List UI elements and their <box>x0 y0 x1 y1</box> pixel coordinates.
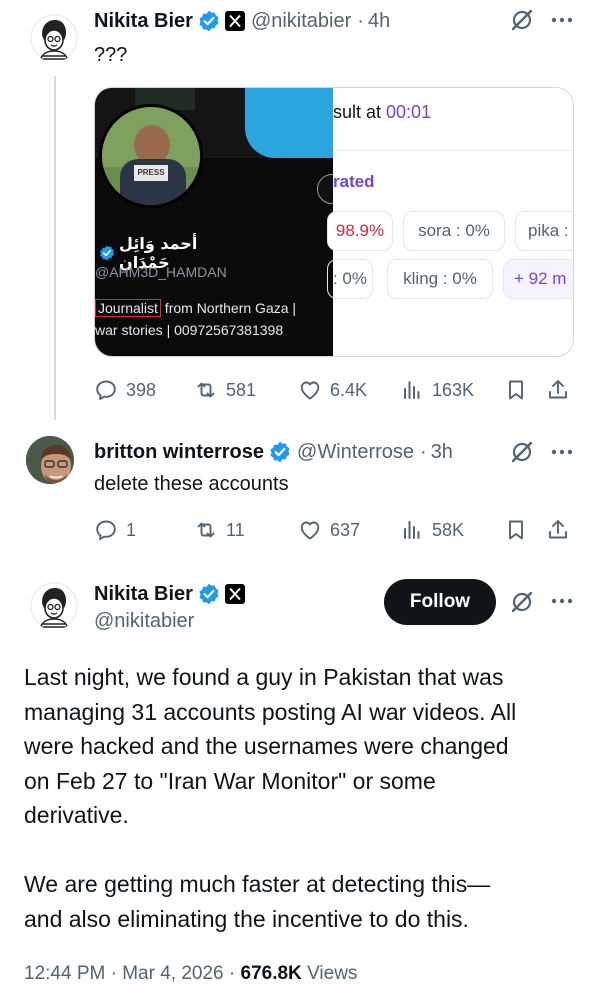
avatar[interactable] <box>26 436 74 484</box>
grok-icon[interactable] <box>510 8 534 32</box>
tweet-meta: 12:44 PM · Mar 4, 2026 · 676.8K Views <box>24 963 358 984</box>
verified-icon <box>198 583 220 605</box>
display-name[interactable]: Nikita Bier <box>94 10 193 33</box>
like-count: 6.4K <box>330 379 368 400</box>
views-count: 163K <box>432 379 475 400</box>
separator-dot: · <box>420 440 427 463</box>
timestamp[interactable]: 4h <box>368 10 390 33</box>
tweet-text-line: on Feb 27 to "Iran War Monitor" or some <box>24 767 436 794</box>
bookmark-icon <box>504 378 528 402</box>
handle[interactable]: @nikitabier <box>251 10 351 33</box>
bio-line-2: war stories | 00972567381398 <box>95 322 284 338</box>
views-button[interactable]: 58K <box>400 515 464 545</box>
views-label: Views <box>307 963 358 984</box>
grok-icon[interactable] <box>510 440 534 464</box>
tweet-text-line: derivative. <box>24 802 129 828</box>
reply-count: 1 <box>126 519 137 540</box>
views-icon <box>400 518 424 542</box>
more-icon[interactable] <box>550 17 574 23</box>
tweet-text-blank-line <box>24 833 584 868</box>
like-icon <box>298 518 322 542</box>
result-pill: + 92 m <box>503 259 573 299</box>
repost-icon <box>194 378 218 402</box>
panel-title: sult at <box>333 102 387 122</box>
action-bar: 1 11 637 58K <box>94 515 574 545</box>
bio-line-1: from Northern Gaza | <box>160 300 297 316</box>
like-icon <box>298 378 322 402</box>
panel-subtitle: rated <box>333 172 375 191</box>
tweet-text-line: Last night, we found a guy in Pakistan t… <box>24 664 504 690</box>
repost-icon <box>194 518 218 542</box>
reply-icon <box>94 518 118 542</box>
tweet-text: Last night, we found a guy in Pakistan t… <box>24 660 584 936</box>
handle[interactable]: @nikitabier <box>94 610 194 633</box>
tweet-text-line: managing 31 accounts posting AI war vide… <box>24 698 517 725</box>
timestamp[interactable]: 3h <box>431 441 453 464</box>
views-button[interactable]: 163K <box>400 375 474 405</box>
press-label: PRESS <box>134 165 168 181</box>
panel-time: 00:01 <box>386 102 432 122</box>
views-count: 58K <box>432 519 465 540</box>
bookmark-button[interactable] <box>504 515 536 545</box>
result-pill: : 0% <box>327 259 373 299</box>
like-button[interactable]: 6.4K <box>298 375 367 405</box>
verified-icon <box>99 244 115 262</box>
handle[interactable]: @Winterrose <box>297 441 414 464</box>
tweet-time[interactable]: 12:44 PM <box>24 963 105 984</box>
avatar[interactable] <box>30 14 78 62</box>
profile-handle: @AHM3D_HAMDAN <box>95 264 227 280</box>
x-affiliate-icon[interactable] <box>224 11 245 31</box>
repost-count: 581 <box>226 379 257 400</box>
bio-highlight: Journalist <box>95 299 161 317</box>
more-icon[interactable] <box>550 449 574 455</box>
reply-icon <box>94 378 118 402</box>
more-icon[interactable] <box>550 598 574 604</box>
reply-button[interactable]: 398 <box>94 375 156 405</box>
views-icon <box>400 378 424 402</box>
tweet-date[interactable]: Mar 4, 2026 <box>122 963 223 984</box>
reply-button[interactable]: 1 <box>94 515 136 545</box>
media-image[interactable]: PRESS أحمد وَائِل حَمْدَان @AHM3D_HAMDAN… <box>94 87 574 357</box>
grok-icon[interactable] <box>510 590 534 614</box>
like-button[interactable]: 637 <box>298 515 360 545</box>
profile-screenshot: PRESS أحمد وَائِل حَمْدَان @AHM3D_HAMDAN… <box>95 88 347 356</box>
share-icon <box>546 378 570 402</box>
like-count: 637 <box>330 519 361 540</box>
display-name[interactable]: britton winterrose <box>94 441 264 464</box>
tweet-text-line: and also eliminating the incentive to do… <box>24 905 469 932</box>
x-affiliate-icon[interactable] <box>224 584 245 604</box>
tweet-text: ??? <box>94 44 128 66</box>
bookmark-button[interactable] <box>504 375 536 405</box>
detection-panel: sult at 00:01 rated 98.9% sora : 0% pika… <box>327 88 573 356</box>
views-count: 676.8K <box>240 963 302 984</box>
separator-dot: · <box>357 9 364 32</box>
tweet-text-line: We are getting much faster at detecting … <box>24 871 491 897</box>
reply-count: 398 <box>126 379 157 400</box>
follow-button[interactable]: Follow <box>384 579 496 625</box>
profile-photo: PRESS <box>99 104 203 208</box>
share-button[interactable] <box>546 375 578 405</box>
action-bar: 398 581 6.4K 163K <box>94 375 574 405</box>
display-name[interactable]: Nikita Bier <box>94 583 193 606</box>
repost-count: 11 <box>226 519 245 540</box>
result-pill: sora : 0% <box>403 211 505 251</box>
share-button[interactable] <box>546 515 578 545</box>
share-icon <box>546 518 570 542</box>
avatar[interactable] <box>30 582 78 630</box>
tweet-text-line: were hacked and the usernames were chang… <box>24 733 509 759</box>
repost-button[interactable]: 581 <box>194 375 256 405</box>
verified-icon <box>198 10 220 32</box>
repost-button[interactable]: 11 <box>194 515 245 545</box>
tweet-text: delete these accounts <box>94 473 289 495</box>
thread-connector-line <box>54 76 56 420</box>
result-pill: pika : <box>515 211 573 251</box>
result-pill: 98.9% <box>327 211 393 251</box>
result-pill: kling : 0% <box>387 259 493 299</box>
verified-icon <box>269 441 291 463</box>
bookmark-icon <box>504 518 528 542</box>
